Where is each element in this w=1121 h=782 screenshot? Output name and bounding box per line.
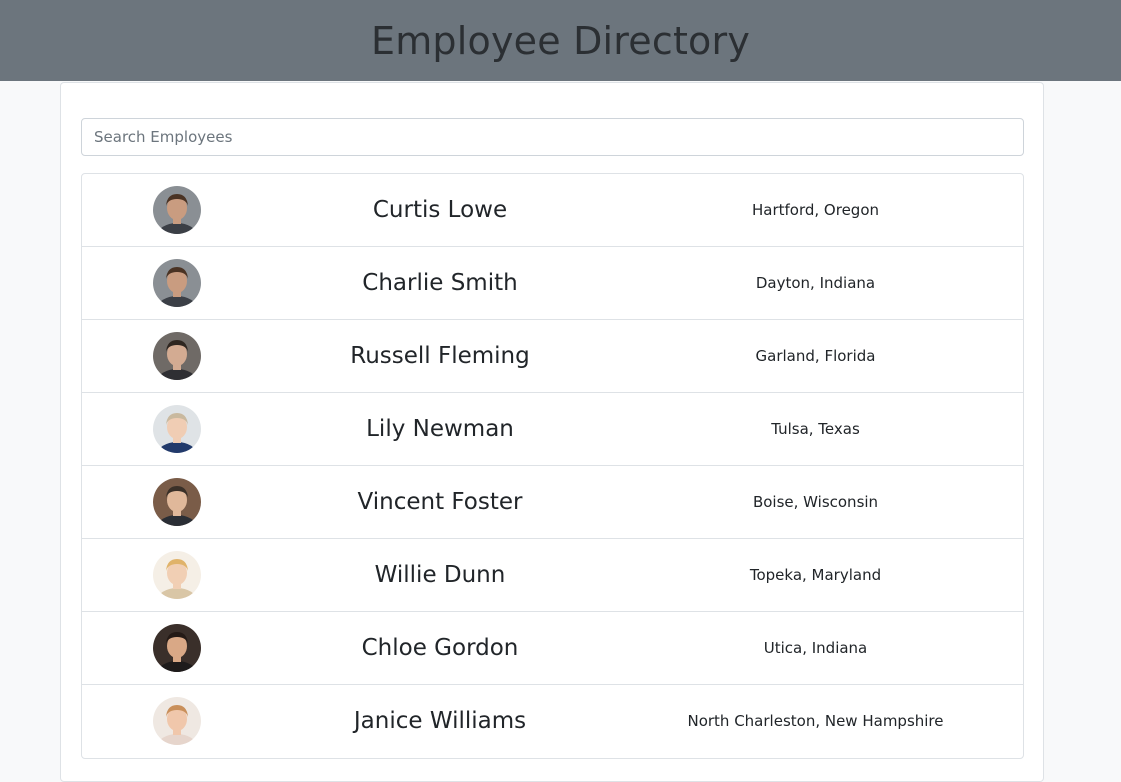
- employee-row: Charlie Smith Dayton, Indiana: [82, 247, 1023, 320]
- employee-avatar: [153, 697, 201, 745]
- employee-avatar: [153, 405, 201, 453]
- employee-location: Topeka, Maryland: [749, 566, 882, 584]
- employee-avatar: [153, 624, 201, 672]
- employee-avatar: [153, 332, 201, 380]
- employee-name: Chloe Gordon: [361, 635, 519, 661]
- employee-row: Vincent Foster Boise, Wisconsin: [82, 466, 1023, 539]
- employee-name: Charlie Smith: [362, 270, 518, 296]
- employee-location: Dayton, Indiana: [755, 274, 876, 292]
- employee-avatar: [153, 259, 201, 307]
- employee-name: Willie Dunn: [374, 562, 506, 588]
- search-input[interactable]: [81, 118, 1024, 156]
- employee-row: Lily Newman Tulsa, Texas: [82, 393, 1023, 466]
- employee-location: Garland, Florida: [755, 347, 876, 365]
- directory-card: Curtis Lowe Hartford, Oregon Charlie Smith…: [60, 82, 1044, 782]
- employee-row: Willie Dunn Topeka, Maryland: [82, 539, 1023, 612]
- employee-name: Janice Williams: [353, 708, 527, 734]
- page-title: Employee Directory: [370, 18, 751, 63]
- employee-row: Curtis Lowe Hartford, Oregon: [82, 174, 1023, 247]
- employee-name: Russell Fleming: [350, 343, 530, 369]
- employee-name: Lily Newman: [366, 416, 514, 442]
- employee-location: Boise, Wisconsin: [752, 493, 879, 511]
- employee-location: Hartford, Oregon: [751, 201, 880, 219]
- employee-list: Curtis Lowe Hartford, Oregon Charlie Smith…: [81, 173, 1024, 759]
- employee-location: North Charleston, New Hampshire: [687, 712, 944, 730]
- employee-row: Russell Fleming Garland, Florida: [82, 320, 1023, 393]
- employee-avatar: [153, 186, 201, 234]
- app-header: Employee Directory: [0, 0, 1121, 81]
- employee-name: Vincent Foster: [357, 489, 523, 515]
- employee-name: Curtis Lowe: [372, 197, 508, 223]
- employee-avatar: [153, 551, 201, 599]
- employee-row: Janice Williams North Charleston, New Ham…: [82, 685, 1023, 758]
- employee-location: Utica, Indiana: [763, 639, 868, 657]
- employee-avatar: [153, 478, 201, 526]
- employee-location: Tulsa, Texas: [771, 420, 860, 438]
- employee-row: Chloe Gordon Utica, Indiana: [82, 612, 1023, 685]
